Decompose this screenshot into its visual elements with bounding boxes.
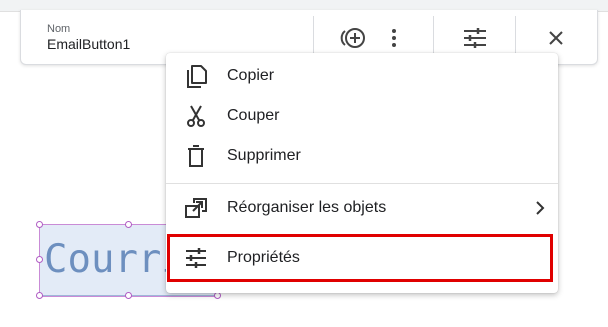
chevron-right-icon xyxy=(530,198,550,218)
menu-item-label: Supprimer xyxy=(227,147,301,164)
resize-handle[interactable] xyxy=(125,221,132,228)
menu-item-label: Couper xyxy=(227,107,280,124)
menu-item-label: Réorganiser les objets xyxy=(227,199,387,216)
menu-item-label: Copier xyxy=(227,67,275,84)
menu-item-cut[interactable]: Couper xyxy=(166,96,558,136)
trash-icon xyxy=(184,144,208,168)
tune-icon[interactable] xyxy=(461,24,489,52)
object-name-block: Nom EmailButton1 xyxy=(47,23,130,53)
resize-handle[interactable] xyxy=(36,292,43,299)
menu-item-arrange[interactable]: Réorganiser les objets xyxy=(166,188,558,228)
resize-handle[interactable] xyxy=(36,221,43,228)
close-icon[interactable] xyxy=(542,24,570,52)
copy-icon xyxy=(184,64,208,88)
highlight-box xyxy=(167,234,553,282)
menu-item-delete[interactable]: Supprimer xyxy=(166,136,558,176)
arrange-icon xyxy=(184,196,208,220)
object-name-caption: Nom xyxy=(47,23,71,35)
menu-item-copy[interactable]: Copier xyxy=(166,56,558,96)
resize-handle[interactable] xyxy=(214,292,221,299)
add-circle-icon[interactable] xyxy=(339,24,367,52)
resize-handle[interactable] xyxy=(125,292,132,299)
more-vertical-icon[interactable] xyxy=(380,24,408,52)
menu-separator xyxy=(166,183,558,184)
resize-handle[interactable] xyxy=(36,256,43,263)
scissors-icon xyxy=(184,104,208,128)
context-menu: Copier Couper Supprimer Réorganiser les … xyxy=(166,53,558,293)
object-name-value[interactable]: EmailButton1 xyxy=(47,35,130,53)
